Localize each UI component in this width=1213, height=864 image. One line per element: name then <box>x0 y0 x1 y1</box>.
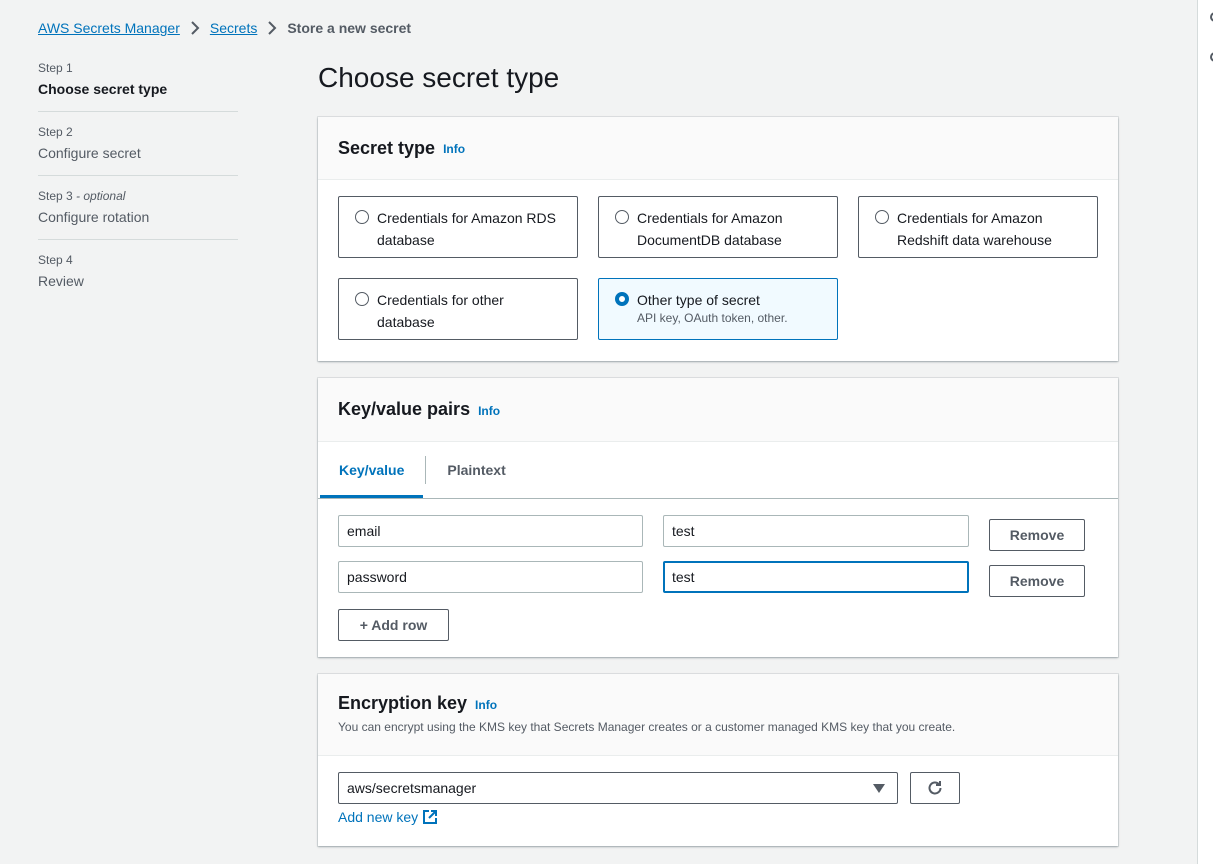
step-title: Configure rotation <box>38 209 150 225</box>
step-title: Configure secret <box>38 145 141 161</box>
info-link[interactable]: Info <box>475 698 497 712</box>
step-number: Step 4 <box>38 253 73 267</box>
step-1: Step 1 Choose secret type <box>38 60 238 112</box>
panel-header: Key/value pairs Info <box>318 378 1118 442</box>
caret-down-icon <box>873 783 885 793</box>
encryption-body: aws/secretsmanager Add new key <box>318 756 1118 845</box>
kv-row: password test Remove <box>338 561 1098 597</box>
option-documentdb[interactable]: Credentials for Amazon DocumentDB databa… <box>598 196 838 258</box>
breadcrumb-current: Store a new secret <box>287 20 412 36</box>
option-rds[interactable]: Credentials for Amazon RDS database <box>338 196 578 258</box>
info-link[interactable]: Info <box>478 404 500 418</box>
option-redshift[interactable]: Credentials for Amazon Redshift data war… <box>858 196 1098 258</box>
kms-key-value: aws/secretsmanager <box>347 780 477 796</box>
tab-plaintext[interactable]: Plaintext <box>428 442 524 498</box>
option-label: Credentials for Amazon DocumentDB databa… <box>637 210 783 248</box>
step-number: Step 3 - optional <box>38 189 126 203</box>
option-other-database[interactable]: Credentials for other database <box>338 278 578 340</box>
value-input[interactable]: test <box>663 561 969 593</box>
radio-icon[interactable] <box>355 292 369 306</box>
remove-button[interactable]: Remove <box>989 565 1085 597</box>
remove-button[interactable]: Remove <box>989 519 1085 551</box>
secret-type-panel: Secret type Info Credentials for Amazon … <box>318 117 1118 361</box>
optional-label: - optional <box>76 189 126 203</box>
external-link-icon <box>423 810 438 824</box>
key-input[interactable]: password <box>338 561 643 593</box>
breadcrumb-secrets[interactable]: Secrets <box>210 20 257 36</box>
kv-tabs: Key/value Plaintext <box>318 442 1118 499</box>
panel-header: Encryption key Info You can encrypt usin… <box>318 674 1118 756</box>
add-row-button[interactable]: + Add row <box>338 609 449 641</box>
step-2[interactable]: Step 2 Configure secret <box>38 124 238 176</box>
radio-icon[interactable] <box>875 210 889 224</box>
tab-divider <box>425 456 427 484</box>
encryption-key-panel: Encryption key Info You can encrypt usin… <box>318 674 1118 846</box>
radio-icon[interactable] <box>355 210 369 224</box>
page-title: Choose secret type <box>318 62 560 93</box>
option-label: Other type of secret <box>637 292 760 308</box>
refresh-button[interactable] <box>910 772 960 804</box>
chevron-right-icon <box>267 21 277 35</box>
add-new-key-link[interactable]: Add new key <box>338 809 438 825</box>
key-input[interactable]: email <box>338 515 643 547</box>
step-3[interactable]: Step 3 - optional Configure rotation <box>38 188 238 240</box>
panel-description: You can encrypt using the KMS key that S… <box>338 720 956 734</box>
side-panel-edge <box>1197 0 1213 864</box>
option-label: Credentials for Amazon RDS database <box>377 210 556 248</box>
secret-type-options: Credentials for Amazon RDS database Cred… <box>318 180 1118 360</box>
radio-selected-icon[interactable] <box>615 292 629 306</box>
refresh-icon <box>928 781 942 795</box>
radio-icon[interactable] <box>615 210 629 224</box>
panel-title: Key/value pairs Info <box>338 399 501 419</box>
option-label: Credentials for other database <box>377 292 504 330</box>
wizard-steps: Step 1 Choose secret type Step 2 Configu… <box>38 60 238 315</box>
tab-key-value[interactable]: Key/value <box>320 442 424 498</box>
step-number: Step 1 <box>38 61 73 75</box>
step-title: Choose secret type <box>38 81 168 97</box>
option-other-secret[interactable]: Other type of secret API key, OAuth toke… <box>598 278 838 340</box>
option-description: API key, OAuth token, other. <box>637 311 788 325</box>
option-label: Credentials for Amazon Redshift data war… <box>897 210 1052 248</box>
step-4[interactable]: Step 4 Review <box>38 252 238 303</box>
step-title: Review <box>38 273 84 289</box>
kv-rows: email test Remove password test Remove +… <box>318 499 1118 657</box>
panel-header: Secret type Info <box>318 117 1118 180</box>
panel-title: Secret type Info <box>338 137 466 158</box>
panel-title: Encryption key Info <box>338 693 498 713</box>
chevron-right-icon <box>190 21 200 35</box>
step-number: Step 2 <box>38 125 73 139</box>
info-link[interactable]: Info <box>443 142 465 156</box>
key-value-panel: Key/value pairs Info Key/value Plaintext… <box>318 378 1118 657</box>
kms-key-select[interactable]: aws/secretsmanager <box>338 772 898 804</box>
value-input[interactable]: test <box>663 515 969 547</box>
encryption-row: aws/secretsmanager <box>338 772 1098 804</box>
kv-row: email test Remove <box>338 515 1098 551</box>
breadcrumb-secrets-manager[interactable]: AWS Secrets Manager <box>38 20 180 36</box>
breadcrumb: AWS Secrets Manager Secrets Store a new … <box>38 20 411 36</box>
